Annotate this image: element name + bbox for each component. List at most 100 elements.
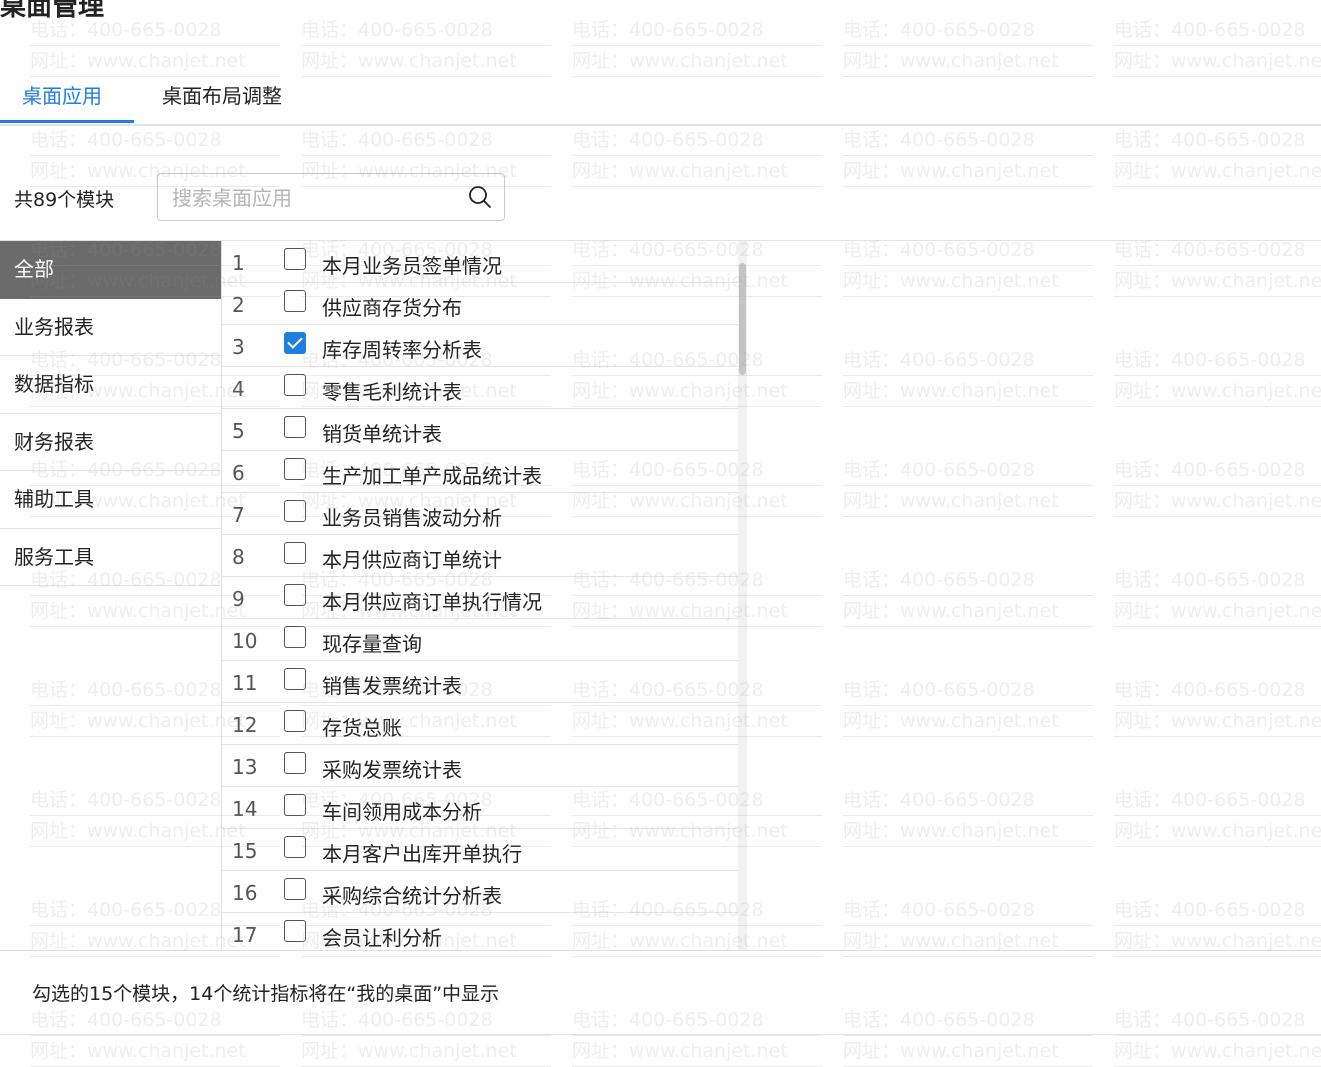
watermark-site: 网址：www.chanjet.net — [1114, 596, 1321, 627]
tab-desktop-apps[interactable]: 桌面应用 — [22, 80, 102, 109]
module-row[interactable]: 10 现存量查询 — [222, 619, 740, 661]
module-checkbox[interactable] — [284, 332, 306, 354]
module-row[interactable]: 11 销售发票统计表 — [222, 661, 740, 703]
watermark-tile: 电话：400-665-0028网址：www.chanjet.net — [1114, 675, 1321, 737]
category-item[interactable]: 辅助工具 — [0, 471, 221, 529]
module-row[interactable]: 15 本月客户出库开单执行 — [222, 829, 740, 871]
watermark-tile: 电话：400-665-0028网址：www.chanjet.net — [843, 785, 1093, 847]
module-row[interactable]: 14 车间领用成本分析 — [222, 787, 740, 829]
watermark-phone: 电话：400-665-0028 — [843, 675, 1093, 706]
row-number: 3 — [232, 335, 245, 359]
module-label: 采购综合统计分析表 — [322, 884, 502, 908]
module-checkbox[interactable] — [284, 500, 306, 522]
module-checkbox[interactable] — [284, 542, 306, 564]
module-label: 采购发票统计表 — [322, 758, 462, 782]
watermark-phone: 电话：400-665-0028 — [30, 125, 280, 156]
watermark-tile: 电话：400-665-0028网址：www.chanjet.net — [843, 15, 1093, 77]
module-row[interactable]: 13 采购发票统计表 — [222, 745, 740, 787]
module-checkbox[interactable] — [284, 878, 306, 900]
row-number: 11 — [232, 671, 258, 695]
search-box[interactable] — [157, 173, 505, 221]
row-number: 15 — [232, 839, 258, 863]
module-label: 现存量查询 — [322, 632, 422, 656]
search-row: 共89个模块 — [0, 173, 1321, 223]
module-row[interactable]: 16 采购综合统计分析表 — [222, 871, 740, 913]
search-input[interactable] — [170, 182, 464, 214]
row-number: 12 — [232, 713, 258, 737]
category-item[interactable]: 数据指标 — [0, 356, 221, 414]
row-number: 4 — [232, 377, 245, 401]
watermark-phone: 电话：400-665-0028 — [1114, 125, 1321, 156]
row-number: 1 — [232, 251, 245, 275]
module-row[interactable]: 4 零售毛利统计表 — [222, 367, 740, 409]
watermark-phone: 电话：400-665-0028 — [301, 1005, 551, 1036]
module-checkbox[interactable] — [284, 836, 306, 858]
watermark-phone: 电话：400-665-0028 — [1114, 785, 1321, 816]
selection-summary: 勾选的15个模块，14个统计指标将在“我的桌面”中显示 — [32, 983, 500, 1005]
module-label: 车间领用成本分析 — [322, 800, 482, 824]
module-label: 本月业务员签单情况 — [322, 254, 502, 278]
watermark-site: 网址：www.chanjet.net — [1114, 816, 1321, 847]
module-row[interactable]: 3 库存周转率分析表 — [222, 325, 740, 367]
watermark-tile: 电话：400-665-0028网址：www.chanjet.net — [1114, 235, 1321, 297]
watermark-site: 网址：www.chanjet.net — [843, 376, 1093, 407]
watermark-site: 网址：www.chanjet.net — [843, 486, 1093, 517]
category-item[interactable]: 业务报表 — [0, 299, 221, 356]
watermark-phone: 电话：400-665-0028 — [301, 125, 551, 156]
watermark-site: 网址：www.chanjet.net — [30, 1036, 280, 1067]
row-number: 17 — [232, 923, 258, 947]
module-checkbox[interactable] — [284, 290, 306, 312]
module-checkbox[interactable] — [284, 920, 306, 942]
module-checkbox[interactable] — [284, 794, 306, 816]
category-item[interactable]: 全部 — [0, 241, 221, 299]
scrollbar-thumb[interactable] — [739, 263, 746, 375]
module-row[interactable]: 2 供应商存货分布 — [222, 283, 740, 325]
watermark-tile: 电话：400-665-0028网址：www.chanjet.net — [843, 1005, 1093, 1067]
watermark-phone: 电话：400-665-0028 — [843, 345, 1093, 376]
module-checkbox[interactable] — [284, 374, 306, 396]
module-label: 供应商存货分布 — [322, 296, 462, 320]
tab-bar: 桌面应用 桌面布局调整 — [0, 70, 1321, 126]
module-checkbox[interactable] — [284, 668, 306, 690]
watermark-phone: 电话：400-665-0028 — [1114, 895, 1321, 926]
module-row[interactable]: 8 本月供应商订单统计 — [222, 535, 740, 577]
module-row[interactable]: 7 业务员销售波动分析 — [222, 493, 740, 535]
module-count: 共89个模块 — [14, 189, 115, 211]
watermark-tile: 电话：400-665-0028网址：www.chanjet.net — [1114, 1005, 1321, 1067]
module-label: 本月供应商订单统计 — [322, 548, 502, 572]
watermark-phone: 电话：400-665-0028 — [1114, 675, 1321, 706]
scrollbar[interactable] — [738, 241, 747, 950]
module-row[interactable]: 17 会员让利分析 — [222, 913, 740, 950]
module-checkbox[interactable] — [284, 458, 306, 480]
watermark-phone: 电话：400-665-0028 — [1114, 345, 1321, 376]
module-row[interactable]: 9 本月供应商订单执行情况 — [222, 577, 740, 619]
tab-desktop-layout[interactable]: 桌面布局调整 — [162, 80, 282, 109]
watermark-tile: 电话：400-665-0028网址：www.chanjet.net — [301, 15, 551, 77]
watermark-tile: 电话：400-665-0028网址：www.chanjet.net — [843, 345, 1093, 407]
module-list[interactable]: 1 本月业务员签单情况 2 供应商存货分布 3 库存周转率分析表 4 零售毛利统计表 5 销货单统… — [221, 241, 748, 950]
module-label: 本月客户出库开单执行 — [322, 842, 522, 866]
module-label: 销货单统计表 — [322, 422, 442, 446]
module-row[interactable]: 1 本月业务员签单情况 — [222, 241, 740, 283]
watermark-tile: 电话：400-665-0028网址：www.chanjet.net — [843, 895, 1093, 957]
row-number: 10 — [232, 629, 258, 653]
watermark-phone: 电话：400-665-0028 — [843, 125, 1093, 156]
module-checkbox[interactable] — [284, 752, 306, 774]
watermark-site: 网址：www.chanjet.net — [1114, 706, 1321, 737]
row-number: 2 — [232, 293, 245, 317]
watermark-site: 网址：www.chanjet.net — [572, 1036, 822, 1067]
module-checkbox[interactable] — [284, 248, 306, 270]
watermark-phone: 电话：400-665-0028 — [30, 1005, 280, 1036]
watermark-phone: 电话：400-665-0028 — [1114, 15, 1321, 46]
category-item[interactable]: 服务工具 — [0, 529, 221, 586]
module-row[interactable]: 12 存货总账 — [222, 703, 740, 745]
module-checkbox[interactable] — [284, 416, 306, 438]
module-checkbox[interactable] — [284, 710, 306, 732]
module-checkbox[interactable] — [284, 626, 306, 648]
category-item[interactable]: 财务报表 — [0, 414, 221, 471]
module-row[interactable]: 6 生产加工单产成品统计表 — [222, 451, 740, 493]
search-icon[interactable] — [468, 185, 492, 209]
module-checkbox[interactable] — [284, 584, 306, 606]
module-row[interactable]: 5 销货单统计表 — [222, 409, 740, 451]
module-label: 业务员销售波动分析 — [322, 506, 502, 530]
